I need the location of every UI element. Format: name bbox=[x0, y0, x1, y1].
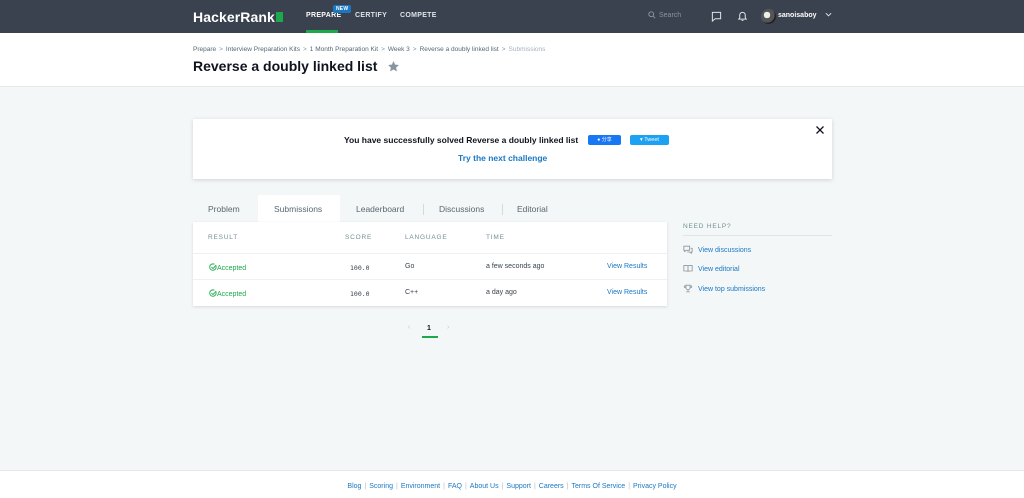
search-icon bbox=[648, 11, 656, 19]
breadcrumb-separator: > bbox=[302, 46, 307, 53]
search-input[interactable]: Search bbox=[648, 11, 681, 19]
column-header-score: SCORE bbox=[345, 234, 373, 241]
footer-separator: | bbox=[566, 483, 569, 490]
footer-link-faq[interactable]: FAQ bbox=[448, 483, 462, 490]
time-value: a day ago bbox=[486, 289, 517, 296]
help-view-discussions[interactable]: View discussions bbox=[683, 245, 751, 255]
footer-separator: | bbox=[533, 483, 536, 490]
footer-link-blog[interactable]: Blog bbox=[347, 483, 361, 490]
page-header bbox=[0, 33, 1024, 87]
twitter-icon: ▾ bbox=[640, 137, 643, 143]
row-divider bbox=[193, 279, 667, 280]
submissions-table: RESULT SCORE LANGUAGE TIME Accepted 100.… bbox=[193, 222, 667, 306]
footer-separator: | bbox=[501, 483, 504, 490]
footer-separator: | bbox=[443, 483, 445, 490]
column-header-language: LANGUAGE bbox=[405, 234, 448, 241]
avatar[interactable] bbox=[761, 9, 776, 24]
prev-page-chevron-icon[interactable]: ‹ bbox=[408, 324, 410, 331]
breadcrumb-separator: > bbox=[501, 46, 506, 53]
nav-link-certify[interactable]: CERTIFY bbox=[355, 12, 387, 19]
facebook-icon: ● bbox=[597, 137, 601, 143]
breadcrumb: Prepare > Interview Preparation Kits >1 Mon… bbox=[193, 46, 545, 53]
facebook-share-button[interactable]: ● 分享 bbox=[588, 135, 621, 145]
close-icon[interactable] bbox=[815, 125, 825, 135]
breadcrumb-challenge[interactable]: Reverse a doubly linked list bbox=[420, 46, 499, 53]
tab-editorial[interactable]: Editorial bbox=[517, 204, 548, 214]
page-number[interactable]: 1 bbox=[427, 325, 431, 332]
check-circle-icon bbox=[209, 263, 217, 271]
book-icon bbox=[683, 265, 693, 272]
footer-separator: | bbox=[395, 483, 398, 490]
current-page-indicator bbox=[422, 336, 438, 338]
logo-mark-icon bbox=[275, 12, 283, 22]
hackerrank-logo[interactable]: HackerRank bbox=[193, 9, 283, 25]
footer-separator: | bbox=[464, 483, 467, 490]
messages-icon[interactable] bbox=[711, 11, 722, 22]
breadcrumb-month-kit[interactable]: 1 Month Preparation Kit bbox=[310, 46, 378, 53]
breadcrumb-current: Submissions bbox=[508, 46, 546, 53]
tab-discussions[interactable]: Discussions bbox=[439, 204, 484, 214]
breadcrumb-separator: > bbox=[412, 46, 417, 53]
footer-link-environment[interactable]: Environment bbox=[401, 483, 440, 490]
next-page-chevron-icon[interactable]: › bbox=[447, 324, 449, 331]
check-circle-icon bbox=[209, 289, 217, 297]
footer-separator: | bbox=[628, 483, 631, 490]
footer-link-careers[interactable]: Careers bbox=[539, 483, 564, 490]
new-badge: NEW bbox=[333, 5, 352, 13]
need-help-heading: NEED HELP? bbox=[683, 223, 732, 230]
breadcrumb-prepare[interactable]: Prepare bbox=[193, 46, 216, 53]
tweet-button[interactable]: ▾ Tweet bbox=[630, 135, 669, 145]
discussions-icon bbox=[683, 245, 693, 255]
result-accepted: Accepted bbox=[209, 289, 246, 298]
tab-submissions[interactable]: Submissions bbox=[274, 204, 322, 214]
footer-link-terms[interactable]: Terms Of Service bbox=[572, 483, 626, 490]
help-view-editorial[interactable]: View editorial bbox=[683, 264, 740, 273]
help-view-top-submissions[interactable]: View top submissions bbox=[683, 284, 765, 293]
success-message: You have successfully solved Reverse a d… bbox=[344, 135, 579, 145]
breadcrumb-kits[interactable]: Interview Preparation Kits bbox=[226, 46, 300, 53]
view-results-link[interactable]: View Results bbox=[607, 289, 647, 296]
next-challenge-link[interactable]: Try the next challenge bbox=[458, 153, 547, 163]
footer-link-about-us[interactable]: About Us bbox=[470, 483, 499, 490]
username[interactable]: sanoisaboy bbox=[778, 12, 817, 19]
row-divider bbox=[193, 253, 667, 254]
tab-leaderboard[interactable]: Leaderboard bbox=[356, 204, 404, 214]
chevron-down-icon[interactable] bbox=[825, 11, 832, 18]
success-banner: You have successfully solved Reverse a d… bbox=[193, 119, 832, 179]
score-value: 100.0 bbox=[350, 264, 370, 272]
result-accepted: Accepted bbox=[209, 263, 246, 272]
view-results-link[interactable]: View Results bbox=[607, 263, 647, 270]
footer-link-privacy[interactable]: Privacy Policy bbox=[633, 483, 677, 490]
nav-link-prepare[interactable]: PREPARE bbox=[306, 12, 341, 19]
tab-divider bbox=[502, 204, 503, 215]
column-header-result: RESULT bbox=[208, 234, 238, 241]
language-value: Go bbox=[405, 263, 415, 270]
nav-link-compete[interactable]: COMPETE bbox=[400, 12, 437, 19]
tab-problem[interactable]: Problem bbox=[208, 204, 240, 214]
breadcrumb-week[interactable]: Week 3 bbox=[388, 46, 410, 53]
help-divider bbox=[683, 235, 832, 236]
top-nav: HackerRank PREPARE NEW CERTIFY COMPETE S… bbox=[0, 0, 1024, 33]
notifications-bell-icon[interactable] bbox=[737, 11, 748, 22]
score-value: 100.0 bbox=[350, 290, 370, 298]
footer-link-scoring[interactable]: Scoring bbox=[369, 483, 393, 490]
column-header-time: TIME bbox=[486, 234, 505, 241]
star-icon[interactable] bbox=[387, 60, 400, 73]
time-value: a few seconds ago bbox=[486, 263, 545, 270]
language-value: C++ bbox=[405, 289, 419, 296]
tab-divider bbox=[423, 204, 424, 215]
footer-links: Blog | Scoring | Environment | FAQ | About Us | Su… bbox=[0, 483, 1024, 490]
breadcrumb-separator: > bbox=[381, 46, 385, 53]
trophy-icon bbox=[683, 284, 693, 293]
page-title: Reverse a doubly linked list bbox=[193, 58, 378, 74]
footer-link-support[interactable]: Support bbox=[506, 483, 531, 490]
breadcrumb-separator: > bbox=[219, 46, 223, 53]
footer-separator: | bbox=[364, 483, 367, 490]
